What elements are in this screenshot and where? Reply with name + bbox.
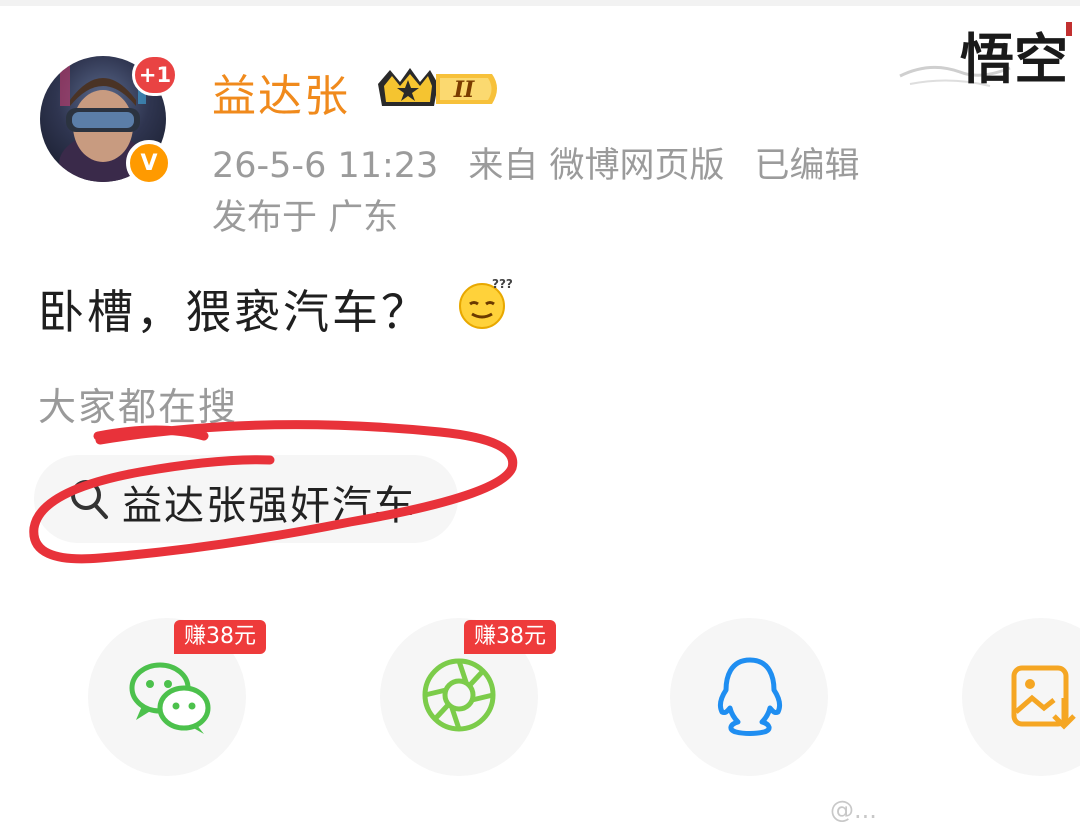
share-reward-badge: 赚38元 xyxy=(464,620,556,654)
username[interactable]: 益达张 xyxy=(212,60,350,124)
save-image-icon xyxy=(1011,665,1076,730)
moments-icon xyxy=(422,658,496,732)
hot-search-query[interactable]: 益达张强奸汽车 xyxy=(122,473,416,531)
svg-text:???: ??? xyxy=(492,277,512,291)
post-time: 26-5-6 11:23 xyxy=(212,146,439,186)
verified-badge: V xyxy=(126,140,172,186)
post-text: 卧槽，猥亵汽车？ xyxy=(38,285,430,339)
post-source[interactable]: 来自 微博网页版 xyxy=(468,146,724,186)
post-meta: 26-5-6 11:23 来自 微博网页版 已编辑 xyxy=(212,137,889,188)
calligraphy-decoration: 悟空 xyxy=(899,22,1072,91)
thinking-emoji-icon: ??? xyxy=(459,277,512,329)
svg-text:II: II xyxy=(453,77,475,103)
qq-icon xyxy=(717,657,783,736)
post-location: 发布于 广东 xyxy=(212,198,399,238)
hot-search-title: 大家都在搜 xyxy=(38,385,239,429)
share-reward-badge: 赚38元 xyxy=(174,620,266,654)
watermark: @... xyxy=(830,796,877,824)
vip-crown-badge[interactable]: II xyxy=(374,62,506,114)
svg-text:悟空: 悟空 xyxy=(960,27,1068,91)
avatar-notification-badge: +1 xyxy=(132,54,178,96)
wechat-icon xyxy=(129,662,211,734)
post-edited[interactable]: 已编辑 xyxy=(754,146,859,186)
search-icon xyxy=(71,480,108,519)
